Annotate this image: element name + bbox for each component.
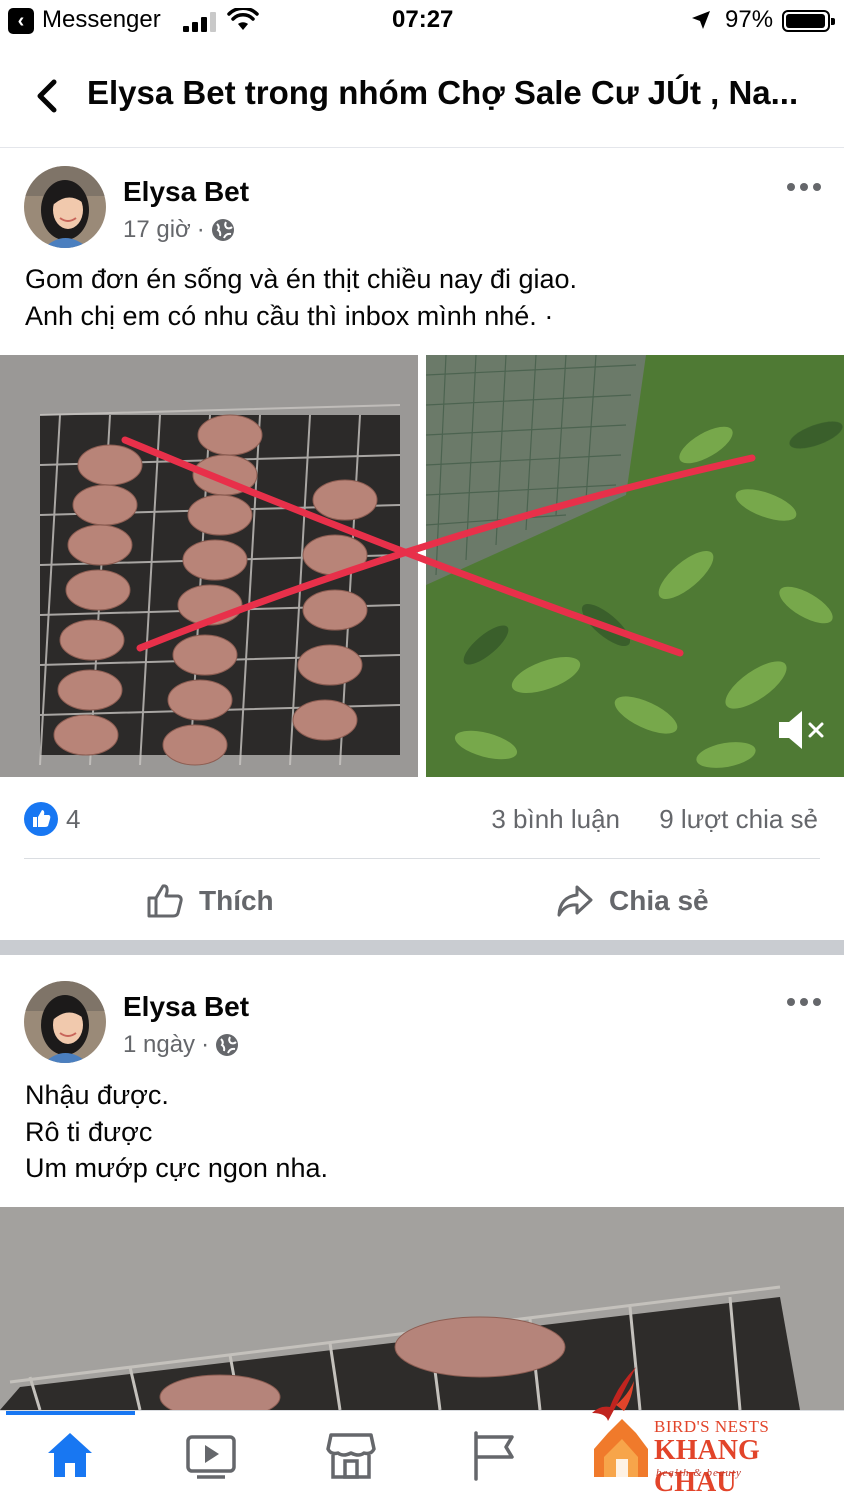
post-text: Nhậu được. Rô ti được Um mướp cực ngon n… bbox=[25, 1077, 825, 1187]
back-to-app-label[interactable]: Messenger bbox=[42, 6, 161, 34]
bird-logo-icon bbox=[592, 1367, 648, 1477]
post-text-line: Gom đơn én sống và én thịt chiều nay đi … bbox=[25, 264, 578, 294]
like-count[interactable]: 4 bbox=[66, 804, 80, 835]
tab-marketplace[interactable] bbox=[323, 1427, 383, 1483]
page-title: Elysa Bet trong nhóm Chợ Sale Cư JÚt , N… bbox=[87, 74, 799, 111]
share-button-label: Chia sẻ bbox=[609, 885, 709, 916]
tab-video[interactable] bbox=[183, 1427, 243, 1483]
post-text-line: Um mướp cực ngon nha. bbox=[25, 1153, 328, 1183]
tab-home[interactable] bbox=[42, 1427, 102, 1483]
marketplace-icon bbox=[326, 1433, 376, 1479]
divider bbox=[24, 858, 820, 859]
signal-icon bbox=[183, 12, 217, 32]
post-card: Elysa Bet 17 giờ · Gom đơn én sống và én… bbox=[0, 148, 844, 940]
page-header: Elysa Bet trong nhóm Chợ Sale Cư JÚt , N… bbox=[0, 52, 844, 148]
post-author[interactable]: Elysa Bet bbox=[123, 991, 249, 1023]
post-text: Gom đơn én sống và én thịt chiều nay đi … bbox=[25, 261, 825, 334]
clock: 07:27 bbox=[392, 6, 454, 33]
watermark-line1: BIRD'S NESTS bbox=[654, 1417, 770, 1436]
like-button-label: Thích bbox=[199, 885, 274, 916]
active-tab-indicator bbox=[6, 1411, 135, 1415]
avatar[interactable] bbox=[24, 981, 106, 1063]
globe-icon bbox=[216, 1034, 239, 1056]
watermark-line3: health & beauty bbox=[656, 1467, 742, 1479]
feed-separator bbox=[0, 940, 844, 955]
post-text-line: Rô ti được bbox=[25, 1116, 153, 1147]
post-meta: 17 giờ · bbox=[123, 216, 235, 244]
location-arrow-icon bbox=[692, 11, 710, 29]
like-button[interactable]: Thích bbox=[145, 871, 274, 931]
comments-count[interactable]: 3 bình luận bbox=[491, 804, 620, 835]
tab-pages[interactable] bbox=[464, 1427, 524, 1483]
more-options-icon[interactable] bbox=[786, 996, 822, 1008]
avatar[interactable] bbox=[24, 166, 106, 248]
meta-dot: · bbox=[201, 1031, 210, 1058]
post-author[interactable]: Elysa Bet bbox=[123, 176, 249, 208]
globe-icon bbox=[211, 219, 234, 241]
post-meta: 1 ngày · bbox=[123, 1031, 239, 1059]
post-card: Elysa Bet 1 ngày · Nhậu được. Rô ti được… bbox=[0, 955, 844, 1410]
meta-dot: · bbox=[196, 216, 205, 243]
pages-flag-icon bbox=[474, 1431, 514, 1481]
wifi-icon bbox=[227, 8, 259, 30]
battery-fill bbox=[786, 14, 825, 28]
post-time[interactable]: 17 giờ bbox=[123, 216, 191, 244]
post-time[interactable]: 1 ngày bbox=[123, 1031, 195, 1059]
more-options-icon[interactable] bbox=[786, 181, 822, 193]
share-arrow-icon bbox=[557, 885, 593, 917]
thumbs-up-icon bbox=[147, 884, 183, 918]
reactions-bar: 4 3 bình luận 9 lượt chia sẻ bbox=[0, 794, 844, 844]
status-bar: ‹ Messenger 07:27 97% bbox=[0, 0, 844, 44]
like-reaction-icon[interactable] bbox=[24, 802, 58, 836]
share-button[interactable]: Chia sẻ bbox=[555, 871, 709, 931]
watermark-logo: BIRD'S NESTS KHANG CHAU health & beauty bbox=[588, 1365, 844, 1498]
home-icon bbox=[48, 1433, 92, 1477]
back-to-app-icon[interactable]: ‹ bbox=[8, 8, 34, 34]
shares-count[interactable]: 9 lượt chia sẻ bbox=[659, 804, 818, 835]
cross-mark-overlay bbox=[121, 436, 756, 657]
battery-percentage: 97% bbox=[725, 6, 774, 33]
battery-icon bbox=[782, 10, 835, 32]
post-text-line: Anh chị em có nhu cầu thì inbox mình nhé… bbox=[25, 300, 554, 331]
back-arrow-icon[interactable] bbox=[30, 76, 64, 116]
video-icon bbox=[186, 1435, 236, 1479]
post-text-line: Nhậu được. bbox=[25, 1080, 169, 1110]
